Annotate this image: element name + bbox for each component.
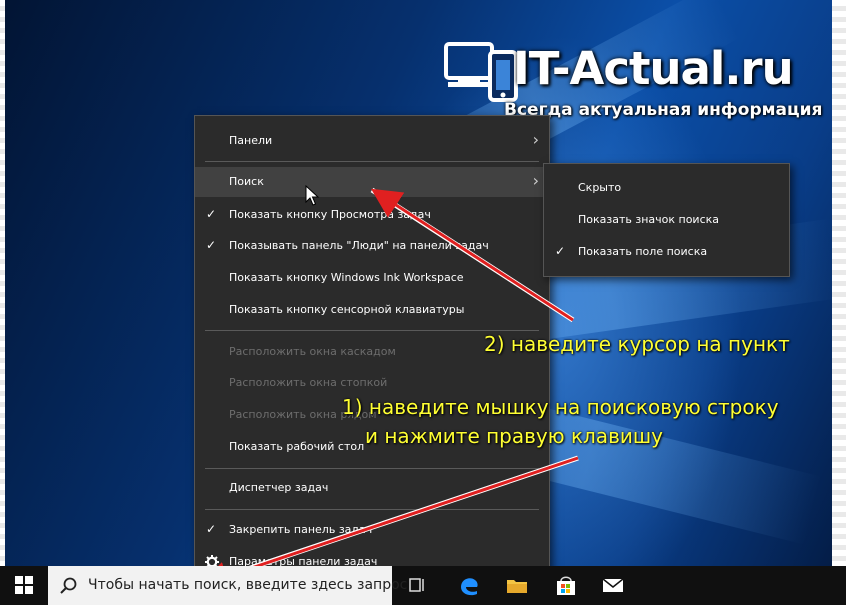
task-view-button[interactable] [404,572,430,598]
annotation-step-1-line-2: и нажмите правую клавишу [365,424,663,448]
check-icon: ✓ [555,244,566,258]
edge-button[interactable] [456,572,482,598]
store-icon [557,576,575,595]
mail-icon [602,578,624,592]
search-placeholder: Чтобы начать поиск, введите здесь запрос [88,577,408,593]
annotation-step-1-line-1: 1) наведите мышку на поисковую строку [342,395,779,419]
menu-item-task-manager[interactable]: Диспетчер задач [195,473,549,503]
menu-item-label: Показать кнопку Просмотра задач [229,208,431,221]
menu-item-label: Показывать панель "Люди" на панели задач [229,239,489,252]
file-explorer-icon [507,580,527,593]
menu-separator [205,161,539,162]
menu-item-label: Показать кнопку сенсорной клавиатуры [229,303,465,316]
torn-edge-left [0,0,5,605]
torn-edge-right [832,0,846,605]
mouse-cursor-icon [305,185,319,206]
edge-icon [461,578,478,596]
menu-item-lock-taskbar[interactable]: ✓ Закрепить панель задач [195,515,549,545]
menu-item-label: Панели [229,134,273,147]
submenu-item-label: Показать значок поиска [578,213,720,226]
devices-logo-icon [444,42,518,102]
menu-item-label: Показать кнопку Windows Ink Workspace [229,271,464,284]
submenu-item-label: Показать поле поиска [578,245,708,258]
logo-title: IT-Actual.ru [513,42,794,95]
search-icon [60,577,77,594]
chevron-right-icon: › [532,171,539,190]
menu-item-touch-keyboard[interactable]: Показать кнопку сенсорной клавиатуры [195,295,549,325]
menu-item-label: Показать рабочий стол [229,440,365,453]
check-icon: ✓ [206,522,217,536]
taskbar-search-input[interactable]: Чтобы начать поиск, введите здесь запрос [48,566,407,605]
menu-item-label: Диспетчер задач [229,481,329,494]
menu-item-search[interactable]: Поиск › [195,167,549,197]
search-submenu: Скрыто Показать значок поиска ✓ Показать… [543,163,790,277]
task-view-icon [409,578,424,592]
mail-button[interactable] [600,572,626,598]
taskbar: Чтобы начать поиск, введите здесь запрос [0,566,846,605]
menu-item-people-panel[interactable]: ✓ Показывать панель "Люди" на панели зад… [195,231,549,261]
menu-item-task-view-button[interactable]: ✓ Показать кнопку Просмотра задач [195,200,549,230]
menu-item-ink-workspace[interactable]: Показать кнопку Windows Ink Workspace [195,263,549,293]
site-logo: IT-Actual.ru Всегда актуальная информаци… [440,36,832,126]
annotation-step-2: 2) наведите курсор на пункт [484,332,790,356]
check-icon: ✓ [206,207,217,221]
chevron-right-icon: › [532,130,539,149]
file-explorer-button[interactable] [504,572,530,598]
menu-item-label: Расположить окна каскадом [229,345,396,358]
logo-subtitle: Всегда актуальная информация [504,100,823,120]
start-button[interactable] [0,566,48,605]
store-button[interactable] [553,572,579,598]
windows-logo-icon [15,576,33,594]
menu-item-panels[interactable]: Панели › [195,126,549,156]
menu-item-label: Закрепить панель задач [229,523,373,536]
submenu-item-hidden[interactable]: Скрыто [544,173,789,203]
submenu-item-label: Скрыто [578,181,622,194]
menu-separator [205,509,539,510]
menu-separator [205,330,539,331]
menu-separator [205,468,539,469]
menu-item-label: Расположить окна стопкой [229,376,388,389]
menu-item-label: Поиск [229,175,264,188]
check-icon: ✓ [206,238,217,252]
submenu-item-show-search-box[interactable]: ✓ Показать поле поиска [544,237,789,267]
submenu-item-show-search-icon[interactable]: Показать значок поиска [544,205,789,235]
menu-item-stack-windows: Расположить окна стопкой [195,368,549,398]
